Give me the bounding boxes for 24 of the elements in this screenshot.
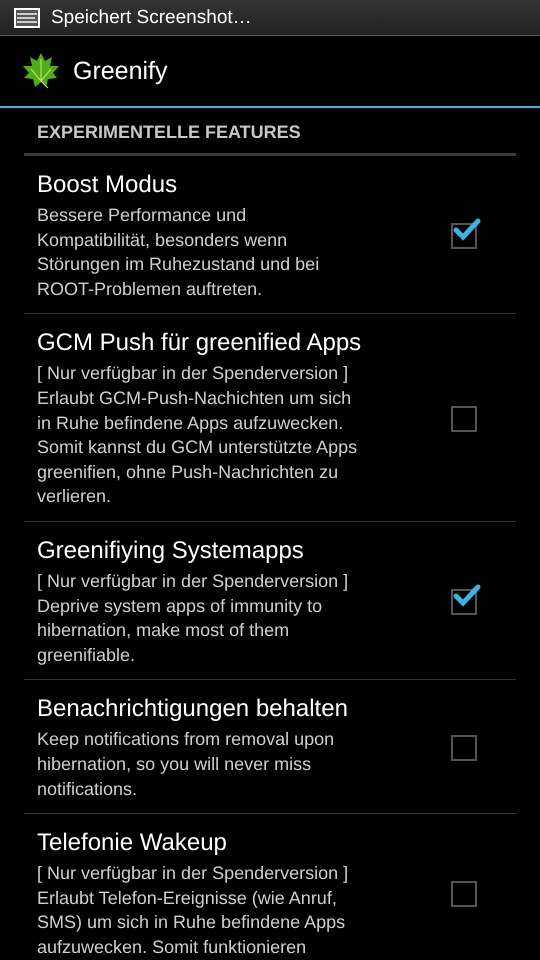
preference-summary: [ Nur verfügbar in der Spenderversion ] Erlaubt GCM-Push-Nachichten um sich in Ruhe befindene Apps aufzuwecken. Somit kannst du GCM unterstützte Apps greenifien, ohne Push-Nachrichten zu verlieren.: [37, 362, 358, 508]
preference-item[interactable]: Telefonie Wakeup [ Nur verfügbar in der Spenderversion ] Erlaubt Telefon-Ereignisse (wie Anruf, SMS) um sich in Ruhe befindene Apps aufzuwecken. Somit funktionieren: [24, 814, 516, 960]
screenshot-icon: [13, 6, 41, 28]
leaf-icon[interactable]: [21, 51, 61, 91]
preference-summary: Bessere Performance und Kompatibilität, besonders wenn Störungen im Ruhezustand und bei ROOT-Problemen auftreten.: [37, 204, 320, 301]
preference-item[interactable]: Boost Modus Bessere Performance und Kompatibilität, besonders wenn Störungen im Ruhezustand und bei ROOT-Problemen auftreten.: [24, 156, 516, 314]
checkmark-icon: [453, 216, 481, 241]
preference-title: Greenifiying Systemapps: [37, 536, 305, 566]
checkbox[interactable]: [451, 406, 477, 432]
preference-summary: [ Nur verfügbar in der Spenderversion ] Deprive system apps of immunity to hibernation, make most of them greenifiable.: [37, 570, 350, 667]
preference-title: Benachrichtigungen behalten: [37, 694, 349, 724]
preference-title: GCM Push für greenified Apps: [37, 328, 362, 358]
preference-summary: Keep notifications from removal upon hibernation, so you will never miss notifications.: [37, 728, 336, 800]
preference-item[interactable]: Greenifiying Systemapps [ Nur verfügbar in der Spenderversion ] Deprive system apps of immunity to hibernation, make most of them greenifiable.: [24, 522, 516, 680]
notification-text: Speichert Screenshot…: [51, 6, 252, 28]
preference-item[interactable]: Benachrichtigungen behalten Keep notifications from removal upon hibernation, so you will never miss notifications.: [24, 680, 516, 814]
preference-summary: [ Nur verfügbar in der Spenderversion ] Erlaubt Telefon-Ereignisse (wie Anruf, SMS) um sich in Ruhe befindene Apps aufzuwecken. Somit funktionieren: [37, 862, 350, 959]
checkbox[interactable]: [451, 734, 477, 761]
preference-title: Boost Modus: [37, 170, 178, 200]
preference-title: Telefonie Wakeup: [37, 828, 228, 858]
app-title: Greenify: [73, 56, 168, 86]
checkbox[interactable]: [451, 880, 477, 907]
checkmark-icon: [453, 582, 481, 607]
section-header: EXPERIMENTELLE FEATURES: [24, 108, 516, 156]
